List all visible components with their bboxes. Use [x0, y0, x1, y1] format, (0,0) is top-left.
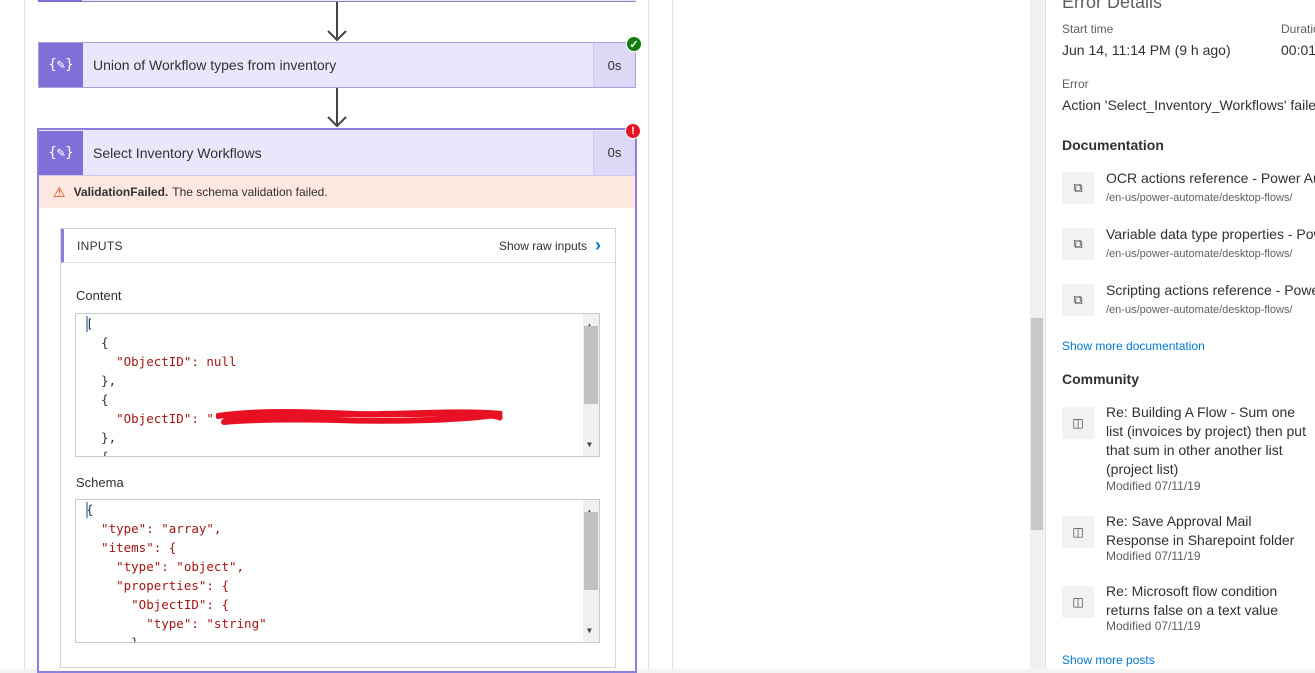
- doc-link[interactable]: ⧉ Variable data type properties - Pow /e…: [1062, 226, 1315, 272]
- code-line: {: [86, 335, 109, 350]
- community-post[interactable]: ◫ Re: Save Approval Mail Response in Sha…: [1062, 512, 1315, 564]
- post-modified: Modified 07/11/19: [1106, 549, 1201, 563]
- code-line: }: [86, 635, 139, 643]
- error-value: Action 'Select_Inventory_Workflows' fail…: [1062, 97, 1315, 113]
- community-heading: Community: [1062, 371, 1139, 387]
- comment-icon: ◫: [1062, 516, 1094, 548]
- post-modified: Modified 07/11/19: [1106, 479, 1201, 493]
- code-scrollbar[interactable]: ▲▼: [583, 500, 599, 642]
- action-title: Union of Workflow types from inventory: [93, 57, 337, 73]
- compose-icon: {✎}: [39, 130, 83, 175]
- doc-path: /en-us/power-automate/desktop-flows/: [1106, 304, 1293, 316]
- error-label: Error: [1062, 77, 1089, 91]
- action-card-select[interactable]: {✎} Select Inventory Workflows 0s ⚠ Vali…: [37, 128, 637, 673]
- post-title: Re: Save Approval Mail Response in Share…: [1106, 513, 1295, 548]
- content-code-box[interactable]: [ { "ObjectID": null }, { "ObjectID": " …: [75, 313, 600, 457]
- community-post[interactable]: ◫ Re: Building A Flow - Sum one list (in…: [1062, 403, 1315, 495]
- warning-icon: ⚠: [53, 183, 66, 200]
- code-line: "type": "object",: [86, 559, 245, 574]
- doc-link[interactable]: ⧉ Scripting actions reference - Powe /en…: [1062, 282, 1315, 328]
- code-line: {: [86, 392, 109, 407]
- doc-title: Scripting actions reference - Powe: [1106, 282, 1315, 298]
- post-title: Re: Building A Flow - Sum one list (invo…: [1106, 404, 1306, 477]
- schema-label: Schema: [76, 475, 124, 490]
- doc-path: /en-us/power-automate/desktop-flows/: [1106, 192, 1293, 204]
- content-label: Content: [76, 288, 122, 303]
- show-raw-inputs-label: Show raw inputs: [498, 238, 587, 253]
- start-time-value: Jun 14, 11:14 PM (9 h ago): [1062, 42, 1231, 58]
- code-line: "ObjectID": {: [86, 597, 229, 612]
- canvas-divider: [24, 0, 25, 669]
- page-scrollbar-thumb[interactable]: [1031, 318, 1043, 530]
- error-banner: ⚠ ValidationFailed. The schema validatio…: [39, 176, 635, 208]
- doc-title: OCR actions reference - Power Au: [1106, 170, 1315, 186]
- error-message: The schema validation failed.: [172, 185, 328, 199]
- post-title: Re: Microsoft flow condition returns fal…: [1106, 583, 1278, 618]
- error-details-panel: Error Details Start time Duratio Jun 14,…: [1045, 0, 1315, 669]
- success-check-icon: ✓: [626, 36, 642, 52]
- action-header[interactable]: {✎} Select Inventory Workflows 0s: [39, 130, 635, 176]
- error-status-icon: !: [625, 123, 641, 139]
- duration-label: Duratio: [1281, 22, 1315, 36]
- duration-value: 00:01:: [1281, 42, 1315, 58]
- error-code: ValidationFailed.: [73, 185, 169, 199]
- code-line: "type": "string": [86, 616, 267, 631]
- show-more-posts-link[interactable]: Show more posts: [1062, 653, 1155, 667]
- code-line: },: [86, 373, 117, 388]
- doc-title: Variable data type properties - Pow: [1106, 226, 1315, 242]
- canvas-divider: [648, 0, 649, 669]
- doc-path: /en-us/power-automate/desktop-flows/: [1106, 248, 1293, 260]
- show-more-documentation-link[interactable]: Show more documentation: [1062, 339, 1205, 353]
- start-time-label: Start time: [1062, 22, 1114, 36]
- document-icon: ⧉: [1062, 228, 1094, 260]
- code-line: "items": {: [86, 540, 177, 555]
- chevron-right-icon: ›: [595, 235, 601, 255]
- action-card-union[interactable]: {✎} Union of Workflow types from invento…: [38, 42, 636, 88]
- inputs-section: INPUTS Show raw inputs › Content [ { "Ob…: [60, 228, 616, 668]
- action-title: Select Inventory Workflows: [93, 144, 262, 161]
- community-post[interactable]: ◫ Re: Microsoft flow condition returns f…: [1062, 582, 1315, 634]
- connector-arrow: [327, 2, 347, 42]
- inputs-title: INPUTS: [77, 238, 123, 253]
- code-line: "properties": {: [86, 578, 229, 593]
- code-line: },: [86, 430, 117, 445]
- compose-icon: {✎}: [39, 43, 83, 87]
- documentation-heading: Documentation: [1062, 137, 1164, 153]
- comment-icon: ◫: [1062, 586, 1094, 618]
- post-modified: Modified 07/11/19: [1106, 619, 1201, 633]
- blank-area: [673, 0, 1030, 669]
- comment-icon: ◫: [1062, 407, 1094, 439]
- code-line: {: [86, 449, 109, 457]
- doc-link[interactable]: ⧉ OCR actions reference - Power Au /en-u…: [1062, 170, 1315, 216]
- redaction-scribble: [216, 409, 503, 425]
- code-scrollbar[interactable]: ▲▼: [583, 314, 599, 456]
- document-icon: ⧉: [1062, 284, 1094, 316]
- schema-code-box[interactable]: { "type": "array", "items": { "type": "o…: [75, 499, 600, 643]
- show-raw-inputs-link[interactable]: Show raw inputs ›: [499, 235, 601, 256]
- document-icon: ⧉: [1062, 172, 1094, 204]
- inputs-header: INPUTS Show raw inputs ›: [61, 229, 615, 263]
- code-line: "ObjectID": null: [86, 354, 237, 369]
- code-line: "ObjectID": ": [86, 411, 214, 426]
- panel-title: Error Details: [1062, 0, 1163, 12]
- code-line: "type": "array",: [86, 521, 222, 536]
- connector-arrow: [327, 88, 347, 128]
